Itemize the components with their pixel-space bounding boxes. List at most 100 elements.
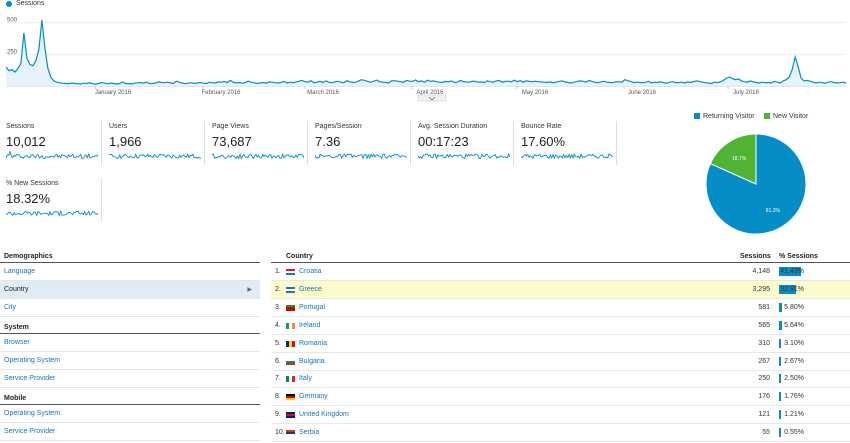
country-flag-icon xyxy=(286,394,295,401)
country-link[interactable]: Portugal xyxy=(299,299,325,317)
metric-users[interactable]: Users 1,966 xyxy=(105,121,205,165)
sparkline-path xyxy=(6,209,98,217)
y-tick-label: 500 xyxy=(7,18,18,24)
x-tick-label: June 2016 xyxy=(628,90,657,96)
table-row[interactable]: 8. Germany 176 1.76% xyxy=(271,388,850,407)
metric-sparkline xyxy=(212,152,304,160)
country-flag-icon xyxy=(286,376,295,383)
share-bar xyxy=(779,374,781,384)
share-percent: 32.91% xyxy=(780,285,804,293)
y-tick-label: 250 xyxy=(7,49,18,55)
table-row[interactable]: 6. Bulgaria 267 2.67% xyxy=(271,353,850,371)
country-flag-icon xyxy=(286,269,295,275)
metric-avg-session-duration[interactable]: Avg. Session Duration 00:17:23 xyxy=(414,121,514,165)
share-percent: 3.10% xyxy=(784,339,804,347)
metric-sparkline xyxy=(6,209,98,217)
metric-label: Page Views xyxy=(212,123,249,130)
table-row[interactable]: 1. Croatia 4,148 41.43% xyxy=(271,263,850,281)
table-row[interactable]: 9. United Kingdom 121 1.21% xyxy=(271,406,850,425)
country-link[interactable]: Germany xyxy=(299,388,328,406)
sparkline-path xyxy=(418,152,510,160)
table-row[interactable]: 4. Ireland 565 5.64% xyxy=(271,317,850,335)
mobile-heading: Mobile xyxy=(4,395,27,402)
share-percent: 1.76% xyxy=(784,393,804,401)
metric-sessions[interactable]: Sessions 10,012 xyxy=(2,121,102,165)
metric-value: 7.36 xyxy=(315,134,341,149)
row-rank: 6. xyxy=(275,357,281,365)
sessions-value: 581 xyxy=(758,303,770,311)
row-rank: 1. xyxy=(275,268,281,275)
side-item-city[interactable]: City xyxy=(0,299,260,317)
slice-label: 18.7% xyxy=(732,156,747,162)
side-item-browser[interactable]: Browser xyxy=(0,334,260,352)
sparkline-path xyxy=(315,153,407,160)
side-item-operating-system[interactable]: Operating System xyxy=(0,352,260,370)
side-item-language[interactable]: Language xyxy=(0,263,260,281)
sessions-value: 55 xyxy=(762,429,770,437)
country-flag-icon xyxy=(286,358,295,365)
sessions-timeline-chart: Sessions 500 250 January 2016 February 2016… xyxy=(0,0,850,104)
metric-sparkline xyxy=(521,153,613,160)
metric-value: 1,966 xyxy=(109,134,142,149)
column-header-country[interactable]: Country xyxy=(286,253,313,260)
x-tick-label: January 2016 xyxy=(95,90,132,96)
share-percent: 1.21% xyxy=(784,411,804,419)
metric-pages-per-session[interactable]: Pages/Session 7.36 xyxy=(311,121,411,165)
sparkline-path xyxy=(212,152,304,160)
share-bar xyxy=(779,302,783,312)
metric-value: 00:17:23 xyxy=(418,134,469,149)
new-visitor-swatch xyxy=(764,113,770,120)
side-item-country[interactable]: Country ▶ xyxy=(0,281,260,299)
table-row[interactable]: 3. Portugal 581 5.80% xyxy=(271,299,850,317)
share-bar xyxy=(779,356,781,366)
share-bar xyxy=(779,428,781,438)
column-header-sessions[interactable]: Sessions xyxy=(740,253,771,260)
share-percent: 5.64% xyxy=(784,321,804,329)
metric-bounce-rate[interactable]: Bounce Rate 17.60% xyxy=(517,121,617,165)
metric-sparkline xyxy=(6,151,98,160)
metric-sparkline xyxy=(109,153,201,160)
country-flag-icon xyxy=(286,430,295,437)
metric-value: 17.60% xyxy=(521,134,566,149)
pie-legend-new[interactable]: New Visitor xyxy=(764,113,808,120)
country-link[interactable]: Romania xyxy=(299,335,327,353)
share-percent: 2.67% xyxy=(784,357,804,365)
share-bar xyxy=(779,410,781,420)
pie-legend-label: Returning Visitor xyxy=(703,113,755,120)
country-link[interactable]: Ireland xyxy=(299,317,320,335)
chevron-right-icon: ▶ xyxy=(247,287,252,293)
country-link[interactable]: Serbia xyxy=(299,424,319,442)
country-link[interactable]: Italy xyxy=(299,370,312,388)
country-link[interactable]: Greece xyxy=(299,281,322,299)
row-rank: 9. xyxy=(275,411,281,419)
side-item-mobile-service-provider[interactable]: Service Provider xyxy=(0,423,260,441)
side-item-service-provider[interactable]: Service Provider xyxy=(0,370,260,388)
row-rank: 10. xyxy=(275,429,285,437)
share-percent: 41.43% xyxy=(780,268,804,275)
sessions-value: 267 xyxy=(758,357,770,365)
table-row[interactable]: 2. Greece 3,295 32.91% xyxy=(271,280,850,299)
table-row[interactable]: 10. Serbia 55 0.55% xyxy=(271,424,850,443)
x-tick-label: May 2016 xyxy=(522,90,549,96)
country-link[interactable]: Croatia xyxy=(299,263,322,281)
sparkline-path xyxy=(521,153,613,160)
sparkline-path xyxy=(6,151,98,160)
sparkline-path xyxy=(109,153,201,160)
timeline-plot: 500 250 January 2016 February 2016 March 201… xyxy=(5,18,847,102)
x-tick-label: July 2016 xyxy=(733,90,759,96)
pie-legend-returning[interactable]: Returning Visitor xyxy=(694,113,755,120)
metric-page-views[interactable]: Page Views 73,687 xyxy=(208,121,308,165)
column-header-pct-sessions[interactable]: % Sessions xyxy=(779,253,818,260)
country-link[interactable]: Bulgaria xyxy=(299,353,325,371)
country-link[interactable]: United Kingdom xyxy=(299,406,349,424)
metric-new-sessions[interactable]: % New Sessions 18.32% xyxy=(2,178,102,222)
table-row[interactable]: 7. Italy 250 2.50% xyxy=(271,370,850,389)
side-item-mobile-operating-system[interactable]: Operating System xyxy=(0,405,260,423)
system-heading: System xyxy=(4,324,29,331)
metric-label: Avg. Session Duration xyxy=(418,123,488,130)
row-rank: 7. xyxy=(275,375,281,383)
country-flag-icon xyxy=(286,412,295,419)
share-percent: 5.80% xyxy=(784,303,804,311)
share-percent: 2.50% xyxy=(784,375,804,383)
table-row[interactable]: 5. Romania 310 3.10% xyxy=(271,335,850,353)
